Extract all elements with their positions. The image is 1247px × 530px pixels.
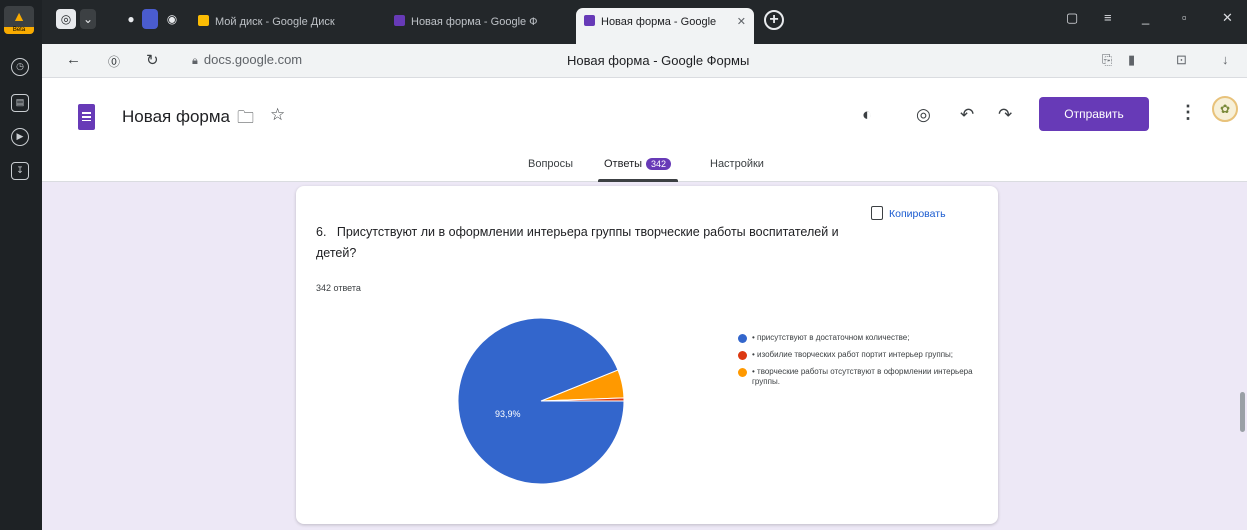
chart-legend: • присутствуют в достаточном количестве;… (738, 333, 978, 394)
browser-logo-icon[interactable]: ▲ Beta (4, 6, 34, 34)
folder-icon[interactable]: 🗀︎ (237, 105, 254, 134)
legend-label: • присутствуют в достаточном количестве; (752, 333, 910, 342)
legend-label: • изобилие творческих работ портит интер… (752, 350, 954, 359)
reload-icon[interactable]: ↻ (146, 51, 159, 69)
legend-item: • присутствуют в достаточном количестве; (738, 333, 978, 343)
window-close-icon[interactable]: ✕ (1222, 10, 1233, 26)
tab-google-drive[interactable]: Мой диск - Google Диск (190, 8, 376, 36)
reader-icon[interactable]: ⎘ (1102, 52, 1112, 68)
form-tabs: Вопросы Ответы 342 Настройки (42, 154, 1247, 182)
lock-icon: 🔒︎ (192, 55, 198, 67)
pinned-tab-icon[interactable]: ● (124, 9, 138, 29)
google-forms-logo-icon[interactable] (78, 104, 95, 130)
legend-item: • творческие работы отсутствуют в оформл… (738, 367, 978, 387)
play-icon[interactable]: ▶ (11, 128, 29, 146)
legend-dot-icon (738, 334, 747, 343)
scrollbar[interactable] (1240, 392, 1245, 432)
browser-side-panel: ▲ Beta ◷ ▤ ▶ ↧ (0, 0, 42, 530)
copy-icon (871, 206, 883, 220)
legend-dot-icon (738, 351, 747, 360)
legend-item: • изобилие творческих работ портит интер… (738, 350, 978, 360)
palette-icon[interactable]: ◐ (862, 105, 872, 125)
minimize-icon[interactable]: _ (1142, 10, 1149, 25)
menu-icon[interactable]: ≡ (1104, 10, 1112, 25)
tab-questions[interactable]: Вопросы (528, 158, 573, 170)
address-field[interactable]: 🔒︎ docs.google.com (192, 52, 302, 68)
tab-settings[interactable]: Настройки (710, 158, 764, 170)
tabs-dropdown-icon[interactable]: ⌄ (80, 9, 96, 29)
legend-label: • творческие работы отсутствуют в оформл… (752, 367, 973, 386)
responses-count: 342 ответа (316, 283, 361, 293)
collections-icon[interactable]: ▤ (11, 94, 29, 112)
browser-menu-icon[interactable]: ◎ (56, 9, 76, 29)
redo-icon[interactable]: ↷ (998, 105, 1012, 125)
new-tab-button[interactable]: + (764, 10, 784, 30)
forms-header: Новая форма 🗀︎ ☆ ◐ ◎ ↶ ↷ Отправить ⋮ ✿ В… (42, 78, 1247, 182)
send-button[interactable]: Отправить (1039, 97, 1149, 131)
pie-slice[interactable] (457, 317, 625, 485)
responses-count-badge: 342 (646, 158, 672, 170)
google-forms-icon (394, 15, 405, 26)
question-title: 6. Присутствуют ли в оформлении интерьер… (316, 225, 839, 260)
form-title[interactable]: Новая форма (122, 107, 230, 127)
pinned-tab-icon[interactable]: ◉ (164, 9, 180, 29)
star-icon[interactable]: ☆ (270, 105, 285, 125)
pie-chart[interactable]: 93,9% (451, 311, 631, 491)
extensions-icon[interactable]: ⊡ (1176, 52, 1187, 68)
back-icon[interactable]: ← (66, 51, 81, 68)
google-forms-icon (584, 15, 595, 26)
legend-dot-icon (738, 368, 747, 377)
undo-icon[interactable]: ↶ (960, 105, 974, 125)
restore-icon[interactable]: ▫ (1182, 10, 1187, 25)
more-options-icon[interactable]: ⋮ (1179, 102, 1197, 123)
google-drive-icon (198, 15, 209, 26)
tab-responses[interactable]: Ответы 342 (604, 158, 672, 170)
tab-form-active[interactable]: Новая форма - Google ✕ (576, 8, 754, 44)
pie-slice-label: 93,9% (495, 409, 521, 419)
bookmark-icon[interactable]: ▮ (1128, 52, 1135, 68)
history-icon[interactable]: ◷ (11, 58, 29, 76)
copy-chart-button[interactable]: Копировать (871, 206, 946, 220)
browser-tab-bar: ◎ ⌄ ● ◉ Мой диск - Google Диск Новая фор… (42, 0, 1247, 44)
bookmark-panel-icon[interactable]: ▢ (1066, 10, 1078, 26)
responses-area: Копировать 6. Присутствуют ли в оформлен… (42, 182, 1247, 530)
page-title: Новая форма - Google Формы (567, 53, 750, 68)
downloads-icon[interactable]: ↧ (11, 162, 29, 180)
pinned-tab-icon[interactable] (142, 9, 158, 29)
question-summary-card: Копировать 6. Присутствуют ли в оформлен… (296, 186, 998, 524)
download-icon[interactable]: ↓ (1222, 52, 1229, 67)
protect-icon[interactable]: ⓪ (108, 53, 120, 70)
close-icon[interactable]: ✕ (737, 8, 746, 36)
tab-form-1[interactable]: Новая форма - Google Ф (386, 8, 568, 36)
preview-eye-icon[interactable]: ◎ (916, 105, 931, 125)
address-bar-row: ← ⓪ ↻ 🔒︎ docs.google.com Новая форма - Go… (42, 44, 1247, 78)
avatar[interactable]: ✿ (1212, 96, 1238, 122)
